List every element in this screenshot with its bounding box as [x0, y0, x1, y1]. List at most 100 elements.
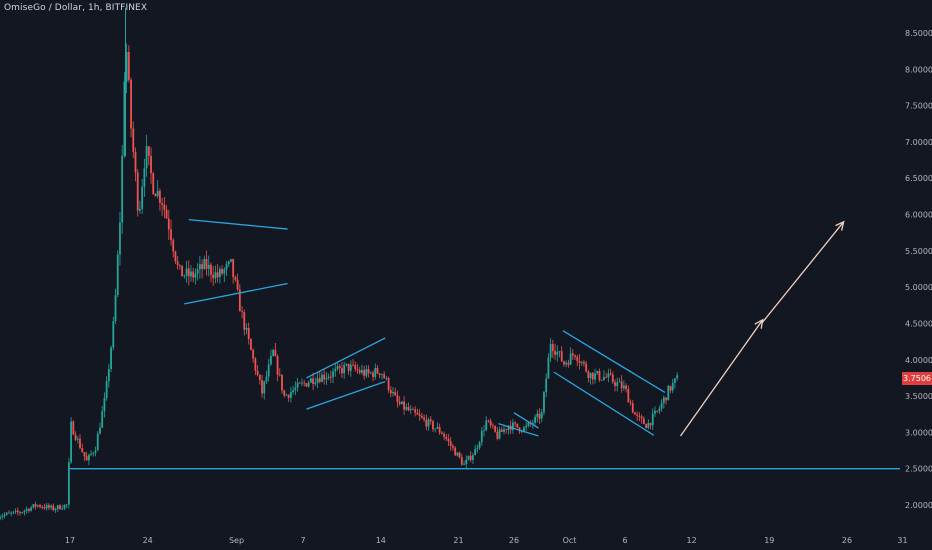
candle-body [243, 312, 246, 330]
candle-body [50, 505, 53, 508]
candle-body [596, 371, 599, 374]
trend-line [306, 380, 386, 410]
candle-body [456, 452, 459, 456]
candle-body [132, 128, 135, 152]
candle-body [218, 268, 221, 278]
candle-body [154, 194, 157, 197]
candle-body [283, 390, 286, 396]
candle-body [654, 410, 656, 414]
candle-body [281, 374, 283, 391]
candle-body [76, 438, 79, 440]
candle-body [1, 516, 4, 518]
trend-line [553, 371, 655, 436]
candle-body [116, 254, 119, 296]
price-chart[interactable]: 2.0000 2.5000 3.0000 3.5000 4.0000 4.5000 5.00… [0, 0, 932, 550]
last-price-badge: 3.7506 [902, 372, 932, 385]
candle-body [136, 172, 139, 211]
candle-body [425, 419, 428, 427]
candle-body [198, 264, 201, 270]
candle-body [656, 410, 659, 412]
candle-body [463, 464, 465, 465]
candle-body [12, 511, 15, 513]
y-tick-label: 7.0000 [905, 138, 932, 147]
candle-body [152, 173, 155, 195]
candle-body [165, 209, 168, 219]
candle-body [551, 344, 554, 351]
candle-body [314, 382, 317, 384]
candle-body [41, 506, 44, 508]
x-tick-label: 31 [897, 536, 907, 545]
candle-body [443, 433, 445, 437]
candle-body [323, 374, 326, 380]
candle-body [16, 510, 19, 513]
x-tick-label: 12 [687, 536, 697, 545]
projection-arrow-head [754, 318, 764, 329]
candle-body [580, 361, 583, 363]
candle-body [540, 412, 543, 419]
candle-body [245, 327, 248, 330]
candle-body [276, 356, 279, 375]
candle-body [298, 382, 301, 384]
candle-body [365, 369, 368, 376]
candle-body [5, 512, 8, 515]
candle-body [372, 372, 374, 377]
projection-arrow [761, 221, 845, 324]
candle-body [72, 421, 75, 435]
candle-body [611, 374, 614, 383]
candle-body [458, 452, 461, 458]
candle-body [327, 376, 330, 378]
candle-body [28, 509, 30, 511]
candle-body [489, 420, 492, 426]
candle-body [145, 146, 148, 169]
candle-body [30, 507, 33, 511]
candle-body [383, 374, 386, 379]
candle-body [247, 327, 250, 339]
candle-body [61, 508, 64, 510]
candle-body [578, 361, 581, 363]
candle-body [487, 420, 490, 422]
x-tick-label: 17 [65, 536, 75, 545]
candle-body [214, 272, 217, 279]
x-tick-label: 6 [622, 536, 627, 545]
candle-body [558, 351, 561, 353]
candle-body [107, 368, 110, 382]
candle-body [671, 382, 674, 391]
candle-body [618, 381, 621, 383]
candle-body [170, 229, 172, 241]
candle-body [252, 349, 255, 359]
candle-body [389, 389, 392, 394]
candle-body [569, 353, 572, 365]
candle-body [127, 51, 130, 80]
candle-body [196, 269, 199, 274]
y-tick-label: 3.5000 [905, 392, 932, 401]
candle-body [54, 508, 57, 511]
candle-body [516, 423, 519, 428]
candle-body [400, 401, 403, 405]
candle-body [121, 155, 124, 223]
candle-body [309, 378, 312, 383]
candle-body [345, 363, 348, 365]
candle-body [622, 385, 625, 389]
candle-body [205, 259, 208, 269]
candle-body [403, 401, 406, 410]
candle-body [92, 452, 95, 454]
candle-body [514, 422, 517, 424]
candle-body [496, 431, 499, 439]
candle-body [74, 434, 77, 440]
x-tick-label: 7 [301, 536, 306, 545]
candle-body [409, 409, 412, 411]
candle-body [43, 507, 46, 509]
candle-body [567, 362, 570, 365]
candle-body [294, 387, 297, 391]
candle-body [303, 382, 306, 384]
candle-body [59, 505, 61, 510]
candle-body [429, 419, 432, 422]
candle-body [347, 363, 350, 371]
candle-body [176, 261, 179, 265]
candle-body [423, 417, 425, 420]
candle-body [274, 349, 277, 357]
candle-body [130, 79, 132, 129]
x-axis: 17 24 Sep 7 14 21 26 Oct 6 12 19 26 31 [65, 536, 908, 545]
candle-body [494, 425, 497, 432]
candle-body [99, 427, 101, 434]
